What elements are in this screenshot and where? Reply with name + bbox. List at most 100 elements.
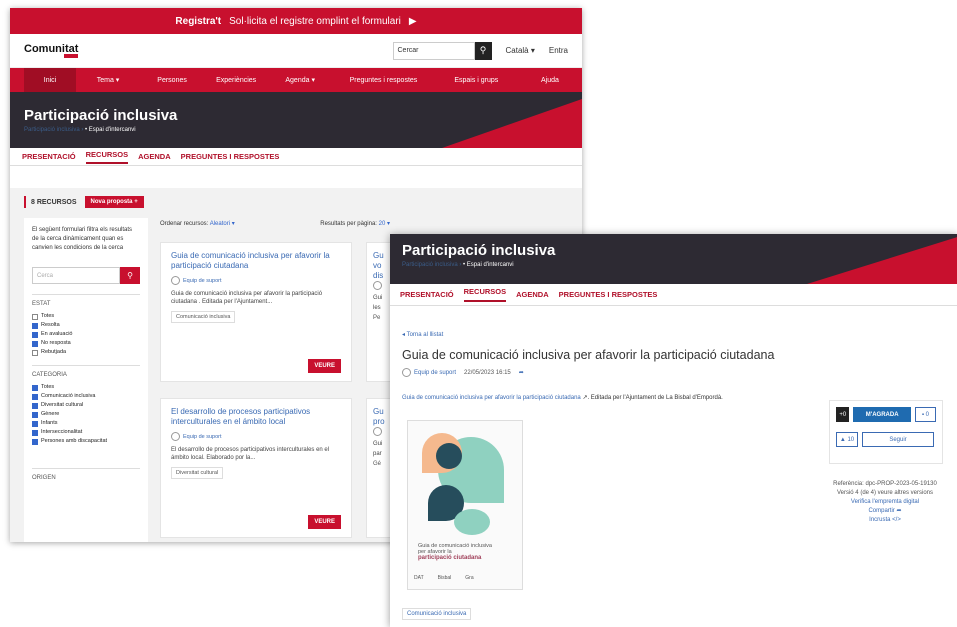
filter-option-label: Resolta (41, 322, 60, 328)
breadcrumb-parent[interactable]: Participació inclusiva › (24, 127, 83, 133)
breadcrumb: Participació inclusiva › • Espai d'inter… (24, 127, 136, 133)
like-button[interactable]: M'AGRADA (853, 407, 911, 422)
document-cover-image[interactable]: Guia de comunicació inclusiva per afavor… (407, 420, 523, 590)
nav-item-preguntes[interactable]: Preguntes i respostes (332, 77, 434, 84)
card-author-name[interactable]: Equip de suport (183, 434, 222, 440)
filter-option-label: Totes (41, 384, 55, 390)
checkbox[interactable] (32, 331, 38, 338)
reference-panel: Referència: dpc-PROP-2023-05-19130 Versi… (820, 480, 950, 525)
checkbox[interactable] (32, 313, 38, 320)
resource-author[interactable]: Equip de suport (402, 368, 456, 377)
tab-preguntes[interactable]: PREGUNTES I RESPOSTES (559, 290, 658, 299)
filter-option-label: Gènere (41, 411, 60, 417)
checkbox[interactable] (32, 393, 38, 400)
card-title[interactable]: El desarrollo de procesos participativos… (171, 407, 341, 427)
card-tag[interactable]: Comunicació inclusiva (171, 311, 236, 323)
resource-count: 8 RECURSOS Nova proposta + (24, 196, 144, 208)
filter-option[interactable]: Resolta (32, 321, 140, 330)
login-link[interactable]: Entra (549, 46, 568, 55)
search-icon[interactable]: ⚲ (474, 41, 492, 60)
filter-search-input[interactable]: Cerca (32, 267, 120, 284)
author-name[interactable]: Equip de suport (414, 370, 456, 376)
filter-option[interactable]: Totes (32, 312, 140, 321)
card-description: Guia de comunicació inclusiva per afavor… (171, 291, 323, 305)
cover-shape (454, 509, 490, 535)
tab-presentacio[interactable]: PRESENTACIÓ (22, 152, 76, 161)
description-link[interactable]: Guia de comunicació inclusiva per afavor… (402, 395, 581, 401)
checkbox[interactable] (32, 340, 38, 347)
tab-agenda[interactable]: AGENDA (138, 152, 171, 161)
view-button[interactable]: VEURE (308, 359, 341, 373)
follow-button[interactable]: Seguir (862, 432, 934, 447)
filter-option[interactable]: Rebutjada (32, 348, 140, 357)
resource-tag[interactable]: Comunicació inclusiva (402, 608, 472, 620)
card-author[interactable]: Equip de suport (171, 432, 341, 441)
nav-item-espais[interactable]: Espais i grups (435, 77, 518, 84)
view-button[interactable]: VEURE (308, 515, 341, 529)
card-author-name[interactable]: Equip de suport (183, 278, 222, 284)
checkbox[interactable] (32, 411, 38, 418)
filter-option[interactable]: En avaluació (32, 330, 140, 339)
sort-select[interactable]: Aleatori ▾ (210, 221, 235, 227)
nav-item-inici[interactable]: Inici (24, 68, 76, 92)
space-tabs: PRESENTACIÓ RECURSOS AGENDA PREGUNTES I … (10, 148, 582, 166)
tab-presentacio[interactable]: PRESENTACIÓ (400, 290, 454, 299)
checkbox[interactable] (32, 402, 38, 409)
filter-option[interactable]: No resposta (32, 339, 140, 348)
filter-option[interactable]: Diversitat cultural (32, 401, 140, 410)
breadcrumb-parent[interactable]: Participació inclusiva › (402, 262, 461, 268)
nav-item-ajuda[interactable]: Ajuda (518, 77, 582, 84)
register-bar[interactable]: Registra't Sol·licita el registre omplin… (10, 8, 582, 34)
filter-option[interactable]: Infants (32, 419, 140, 428)
checkbox[interactable] (32, 420, 38, 427)
embed-link[interactable]: Incrusta </> (820, 516, 950, 525)
resource-card[interactable]: Guia de comunicació inclusiva per afavor… (160, 242, 352, 382)
site-logo[interactable]: Comunitat (24, 43, 78, 58)
resource-count-label: 8 RECURSOS (31, 198, 77, 206)
avatar-icon (402, 368, 411, 377)
breadcrumb-current[interactable]: Espai d'intercanvi (467, 262, 514, 268)
search-icon[interactable]: ⚲ (120, 267, 140, 284)
nav-item-persones[interactable]: Persones (140, 77, 204, 84)
filter-option[interactable]: Gènere (32, 410, 140, 419)
new-proposal-button[interactable]: Nova proposta + (84, 196, 144, 208)
tab-agenda[interactable]: AGENDA (516, 290, 549, 299)
site-header: Comunitat Cercar ⚲ Català ▾ Entra (10, 34, 582, 68)
filter-option[interactable]: Interseccionalitat (32, 428, 140, 437)
filter-option[interactable]: Persones amb discapacitat (32, 437, 140, 446)
filter-option[interactable]: Comunicació inclusiva (32, 392, 140, 401)
card-title[interactable]: Guia de comunicació inclusiva per afavor… (171, 251, 341, 271)
search-input[interactable]: Cercar (392, 41, 475, 60)
comments-button[interactable]: ▪ 0 (914, 407, 936, 422)
card-author[interactable]: Equip de suport (171, 276, 341, 285)
tab-recursos[interactable]: RECURSOS (463, 287, 507, 302)
share-arrow-icon[interactable]: ➦ (519, 369, 524, 376)
per-page-select[interactable]: 20 ▾ (379, 221, 390, 227)
version-info[interactable]: Versió 4 (de 4) veure altres versions (820, 489, 950, 498)
language-selector[interactable]: Català ▾ (506, 46, 535, 55)
checkbox[interactable] (32, 438, 38, 445)
filter-option-label: Rebutjada (41, 349, 67, 355)
checkbox[interactable] (32, 322, 38, 329)
card-tag[interactable]: Diversitat cultural (171, 467, 224, 479)
resource-card[interactable]: El desarrollo de procesos participativos… (160, 398, 352, 538)
filter-panel: El següent formulari filtra els resultat… (24, 218, 148, 542)
tab-recursos[interactable]: RECURSOS (85, 150, 129, 164)
nav-item-experiencies[interactable]: Experiències (204, 77, 268, 84)
nav-item-agenda[interactable]: Agenda ▾ (268, 76, 332, 84)
verify-link[interactable]: Verifica l'empremta digital (820, 498, 950, 507)
resource-description: Guia de comunicació inclusiva per afavor… (402, 394, 723, 401)
avatar-icon (171, 432, 180, 441)
checkbox[interactable] (32, 429, 38, 436)
breadcrumb-current[interactable]: Espai d'intercanvi (89, 127, 136, 133)
description-text: . Editada per l'Ajuntament de La Bisbal … (587, 395, 723, 401)
tab-preguntes[interactable]: PREGUNTES I RESPOSTES (181, 152, 280, 161)
checkbox[interactable] (32, 384, 38, 391)
checkbox[interactable] (32, 349, 38, 356)
card-description: El desarrollo de procesos participativos… (171, 447, 330, 461)
nav-item-tema[interactable]: Tema ▾ (76, 76, 140, 84)
share-link[interactable]: Compartir ➦ (820, 507, 950, 516)
register-label[interactable]: Registra't (175, 16, 221, 27)
filter-option[interactable]: Totes (32, 383, 140, 392)
back-to-list-link[interactable]: ◂ Torna al llistat (402, 331, 443, 338)
